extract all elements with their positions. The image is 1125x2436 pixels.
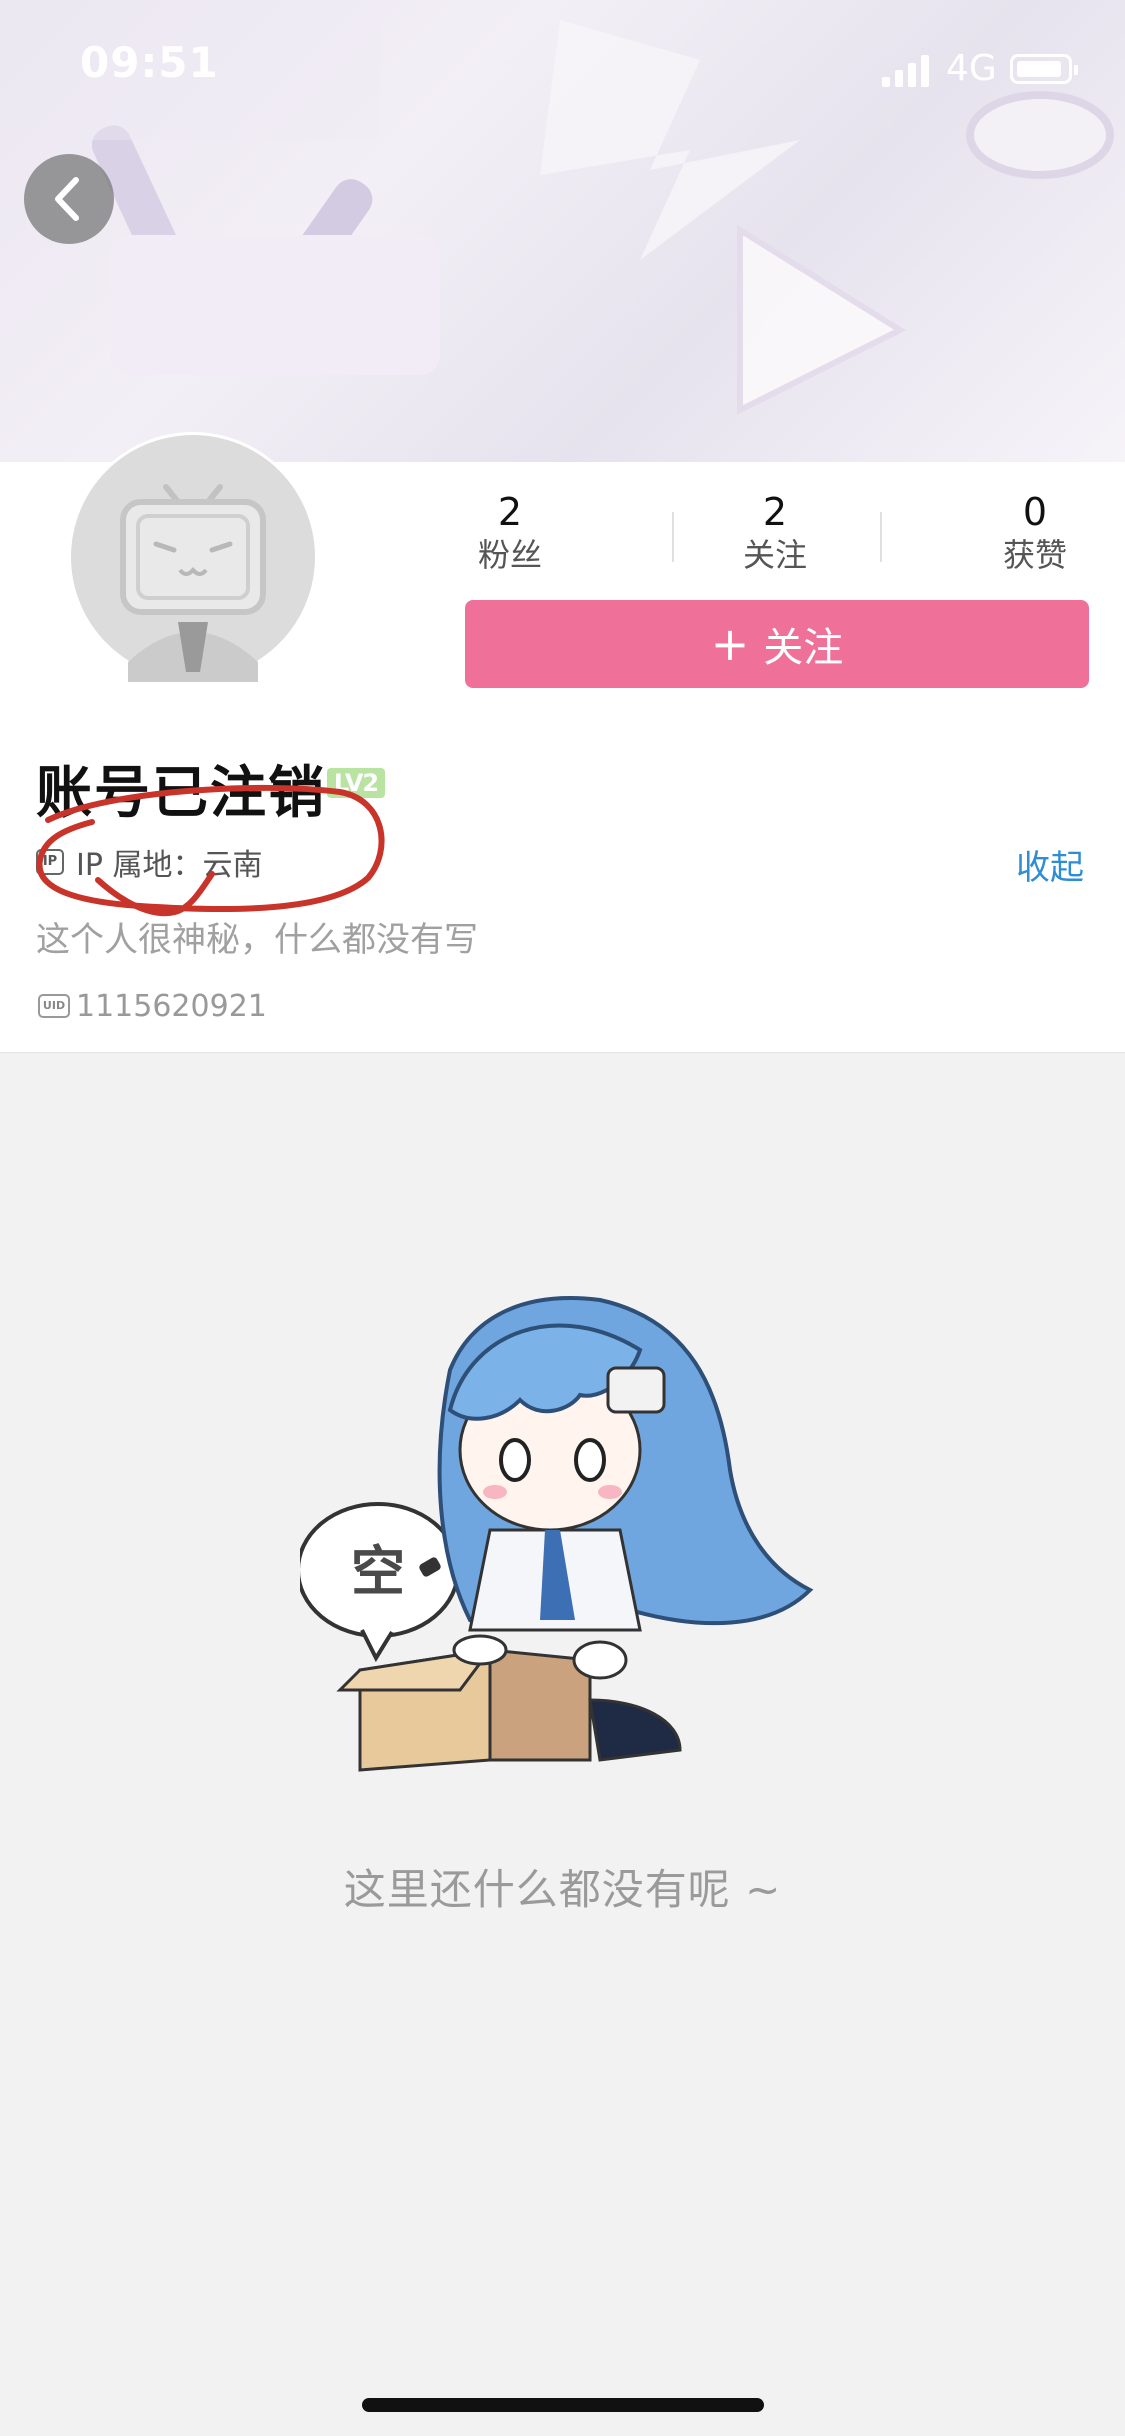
following-count: 2: [762, 490, 788, 534]
collapse-link[interactable]: 收起: [1016, 840, 1084, 889]
stat-divider: [880, 512, 882, 562]
uid-text: 1115620921: [76, 988, 267, 1024]
stat-following[interactable]: 2 关注: [705, 490, 845, 576]
empty-bubble-text: 空: [351, 1540, 405, 1603]
followers-label: 粉丝: [477, 536, 542, 574]
likes-label: 获赞: [1002, 536, 1067, 574]
stat-followers[interactable]: 2 粉丝: [440, 490, 580, 576]
likes-count: 0: [1022, 490, 1048, 534]
level-badge: LV2: [327, 768, 385, 798]
chevron-left-icon: [55, 177, 79, 221]
empty-state-illustration: 空: [300, 1296, 814, 1772]
stats-bar: 2 粉丝 2 关注 0 获赞: [440, 490, 1100, 580]
empty-state-message: 这里还什么都没有呢 ~: [343, 1865, 782, 1914]
uid-row[interactable]: UID 1115620921: [38, 986, 267, 1026]
status-time: 09:51: [80, 38, 219, 87]
signal-icon: [882, 55, 929, 87]
ip-location-icon: IP: [36, 849, 64, 875]
bio-text: 这个人很神秘，什么都没有写: [36, 920, 478, 960]
avatar[interactable]: [68, 432, 318, 682]
home-indicator[interactable]: [362, 2398, 764, 2412]
following-label: 关注: [742, 536, 807, 574]
follow-button[interactable]: + 关注: [465, 600, 1089, 688]
uid-icon: UID: [38, 994, 70, 1018]
plus-icon: +: [710, 617, 750, 671]
default-avatar-tv-icon: [71, 435, 315, 682]
stat-divider: [672, 512, 674, 562]
username: 账号已注销: [36, 761, 326, 826]
ip-location-row: IP IP 属地：云南: [36, 840, 262, 884]
followers-count: 2: [497, 490, 523, 534]
stat-likes[interactable]: 0 获赞: [965, 490, 1105, 576]
network-type: 4G: [946, 48, 997, 89]
back-button[interactable]: [24, 154, 114, 244]
follow-button-label: 关注: [763, 625, 844, 671]
ip-location-text: IP 属地：云南: [76, 848, 263, 883]
status-bar: 09:51 4G: [0, 0, 1125, 140]
battery-icon: [1010, 54, 1078, 84]
profile-banner: 09:51 4G: [0, 0, 1125, 462]
